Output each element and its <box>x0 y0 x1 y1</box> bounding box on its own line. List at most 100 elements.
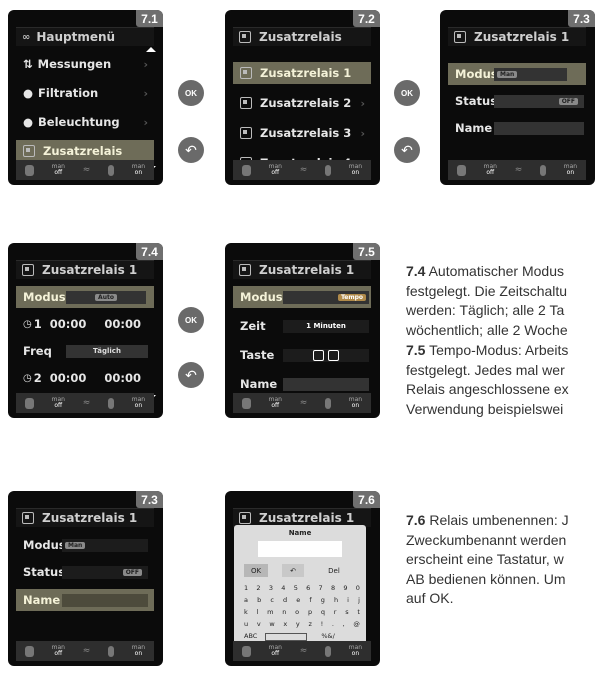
key[interactable]: l <box>257 606 259 618</box>
key[interactable]: g <box>321 594 325 606</box>
backspace-key[interactable]: ↶ <box>282 564 304 577</box>
name-row[interactable]: Name <box>448 117 586 139</box>
key[interactable]: q <box>321 606 325 618</box>
key[interactable]: m <box>267 606 273 618</box>
key[interactable]: 1 <box>244 582 248 594</box>
space-key[interactable] <box>265 633 308 641</box>
menu-item-zusatzrelais[interactable]: Zusatzrelais <box>16 140 154 162</box>
modus-row[interactable]: Modus Man <box>16 534 154 556</box>
key[interactable]: e <box>296 594 300 606</box>
name-input[interactable] <box>258 541 342 557</box>
key[interactable]: , <box>343 618 345 630</box>
timer-1-row[interactable]: ◷ 1 00:00 00:00 <box>16 313 154 335</box>
freq-value: Täglich <box>66 344 148 358</box>
relay-item-3[interactable]: Zusatzrelais 3 › <box>233 122 371 144</box>
key[interactable]: i <box>347 594 349 606</box>
timer-end: 00:00 <box>104 371 141 385</box>
screen-title: Zusatzrelais 1 <box>16 508 154 527</box>
chevron-right-icon: › <box>143 86 148 100</box>
key[interactable]: 7 <box>319 582 323 594</box>
chevron-right-icon: › <box>143 57 148 71</box>
key[interactable]: o <box>295 606 299 618</box>
relay-icon <box>239 264 251 276</box>
key[interactable]: x <box>283 618 287 630</box>
key[interactable]: t <box>357 606 360 618</box>
key[interactable]: s <box>345 606 348 618</box>
back-button[interactable]: ↶ <box>394 137 420 163</box>
zeit-value: 1 Minuten <box>283 319 369 333</box>
relay-icon <box>22 512 34 524</box>
key[interactable]: r <box>334 606 337 618</box>
menu-item-messungen[interactable]: ⇅ Messungen › <box>16 53 154 75</box>
text-line: festgelegt. Jedes mal wer <box>406 361 565 378</box>
menu-item-beleuchtung[interactable]: ● Beleuchtung › <box>16 111 154 133</box>
key[interactable]: f <box>309 594 311 606</box>
screen-7-3: 7.3 Zusatzrelais 1 Modus Man Status OFF … <box>440 10 595 185</box>
name-row[interactable]: Name <box>16 589 154 611</box>
screen-title-text: Zusatzrelais 1 <box>42 511 138 525</box>
key[interactable]: 4 <box>281 582 285 594</box>
pump-status: man off <box>51 163 65 176</box>
modus-row[interactable]: Modus Man <box>448 63 586 85</box>
footer-bar: man off ≈ man on <box>233 160 371 180</box>
back-button[interactable]: ↶ <box>178 137 204 163</box>
relay-item-1[interactable]: Zusatzrelais 1 <box>233 62 371 84</box>
key[interactable]: z <box>308 618 311 630</box>
timer-2-row[interactable]: ◷ 2 00:00 00:00 <box>16 367 154 389</box>
status-row[interactable]: Status OFF <box>16 561 154 583</box>
key[interactable]: j <box>358 594 360 606</box>
key[interactable]: b <box>257 594 261 606</box>
freq-row[interactable]: Freq Täglich <box>16 340 154 362</box>
relay-item-2[interactable]: Zusatzrelais 2 › <box>233 92 371 114</box>
key[interactable]: 5 <box>294 582 298 594</box>
back-button[interactable]: ↶ <box>178 362 204 388</box>
keyboard-keys: 1234567890 abcdefghij klmnopqrst u v w x y z!… <box>244 582 360 642</box>
key-row: 1234567890 <box>244 582 360 594</box>
ok-key[interactable]: OK <box>244 564 268 577</box>
filter-icon <box>24 397 34 409</box>
relay-icon <box>239 512 251 524</box>
key[interactable]: h <box>334 594 338 606</box>
key[interactable]: 2 <box>256 582 260 594</box>
key[interactable]: 6 <box>306 582 310 594</box>
ok-button[interactable]: OK <box>394 80 420 106</box>
relay-icon <box>240 97 252 109</box>
screen-number-badge: 7.1 <box>136 10 163 27</box>
key[interactable]: ! <box>321 618 324 630</box>
key[interactable]: y <box>296 618 300 630</box>
ok-button[interactable]: OK <box>178 80 204 106</box>
status-row[interactable]: Status OFF <box>448 90 586 112</box>
key[interactable]: v <box>257 618 261 630</box>
relay-item-label: Zusatzrelais 3 <box>260 126 352 140</box>
wifi-icon: ≈ <box>82 398 91 408</box>
key[interactable]: k <box>244 606 248 618</box>
key[interactable]: 3 <box>269 582 273 594</box>
key[interactable]: . <box>332 618 334 630</box>
chevron-right-icon: › <box>360 126 365 140</box>
key[interactable]: 9 <box>343 582 347 594</box>
key[interactable]: u <box>244 618 248 630</box>
ok-button[interactable]: OK <box>178 307 204 333</box>
modus-row[interactable]: Modus Auto <box>16 286 154 308</box>
key[interactable]: 0 <box>356 582 360 594</box>
menu-item-filtration[interactable]: ● Filtration › <box>16 82 154 104</box>
text-line: erscheint eine Tastatur, w <box>406 551 564 568</box>
key[interactable]: n <box>282 606 286 618</box>
light-status: man on <box>348 644 363 657</box>
zeit-row[interactable]: Zeit 1 Minuten <box>233 315 371 337</box>
key[interactable]: a <box>244 594 248 606</box>
modus-row[interactable]: Modus Tempo <box>233 286 371 308</box>
taste-row[interactable]: Taste <box>233 344 371 366</box>
key[interactable]: @ <box>353 618 360 630</box>
bulb-icon: ● <box>23 115 34 129</box>
key[interactable]: c <box>270 594 274 606</box>
footer-bar: man off ≈ man on <box>16 160 154 180</box>
delete-key[interactable]: Del <box>320 564 348 577</box>
modus-value-text: Auto <box>95 293 117 301</box>
name-row[interactable]: Name <box>233 373 371 395</box>
key[interactable]: d <box>283 594 287 606</box>
screen-7-2: 7.2 Zusatzrelais Zusatzrelais 1 Zusatzre… <box>225 10 380 185</box>
key[interactable]: 8 <box>331 582 335 594</box>
key[interactable]: w <box>269 618 274 630</box>
key[interactable]: p <box>308 606 312 618</box>
